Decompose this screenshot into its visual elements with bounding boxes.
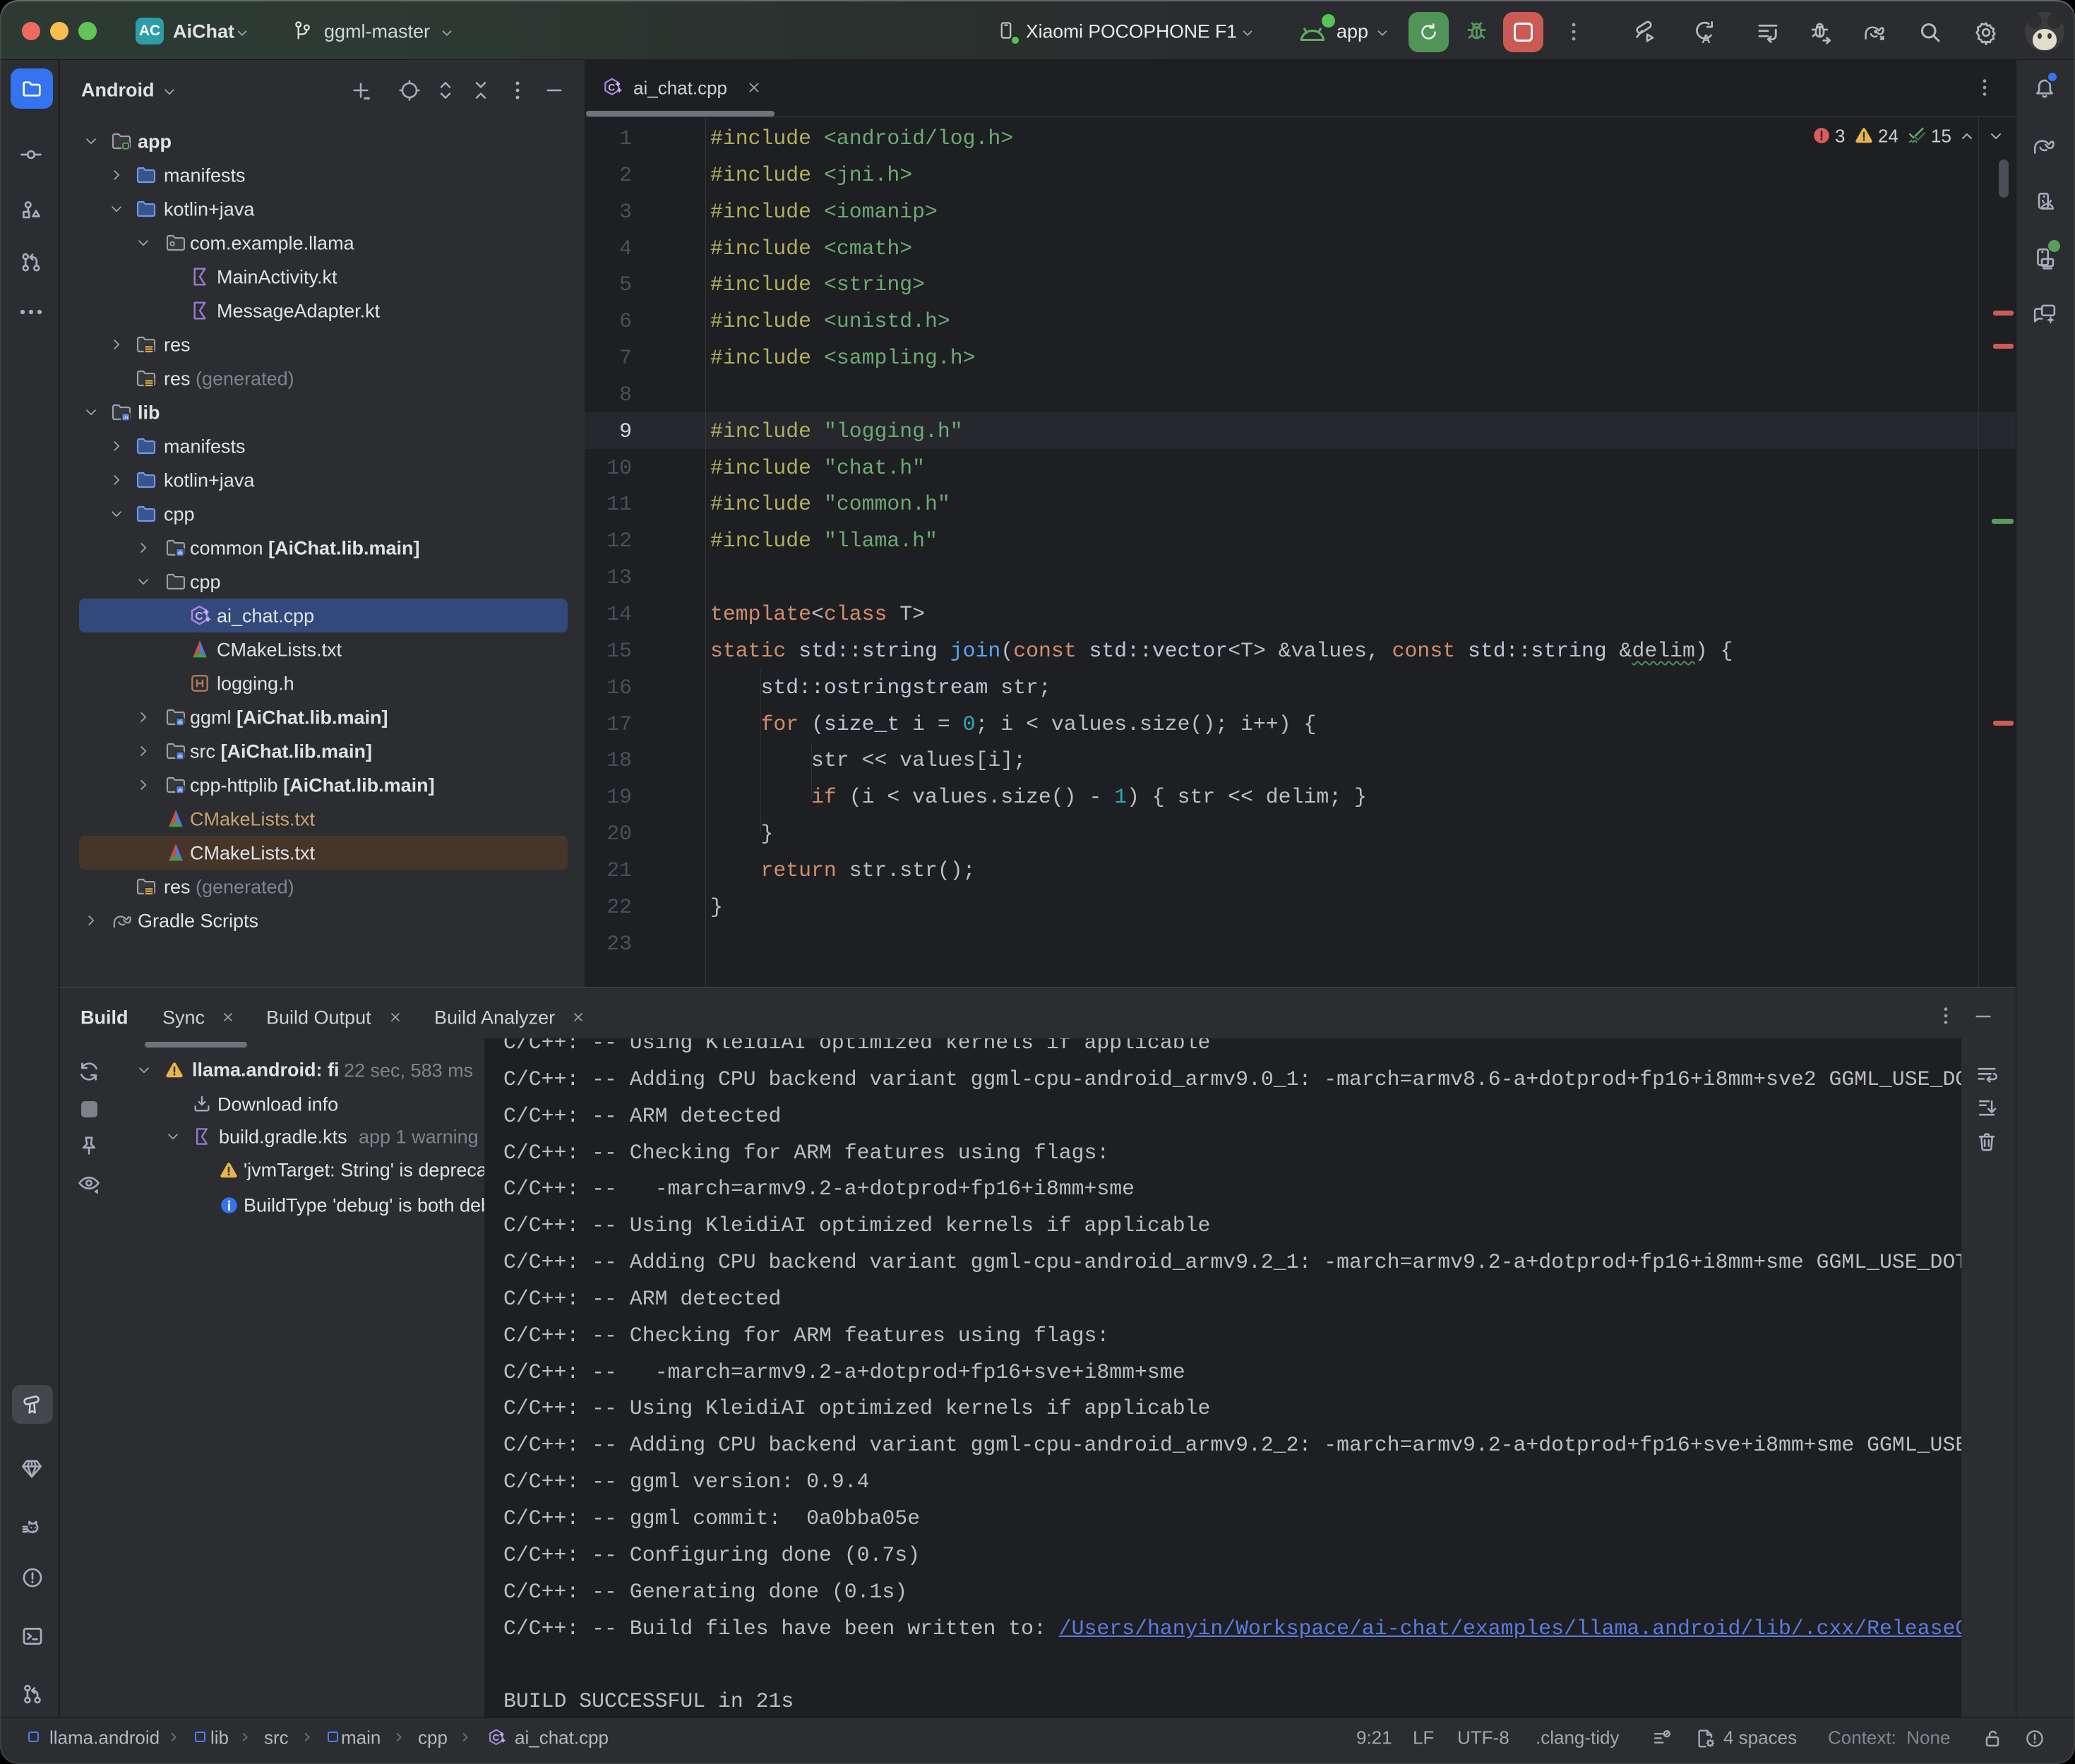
svg-text:C: C xyxy=(493,1732,499,1743)
svg-text:C: C xyxy=(195,611,203,623)
svg-text:C: C xyxy=(608,83,615,93)
svg-text:A: A xyxy=(1702,32,1710,45)
